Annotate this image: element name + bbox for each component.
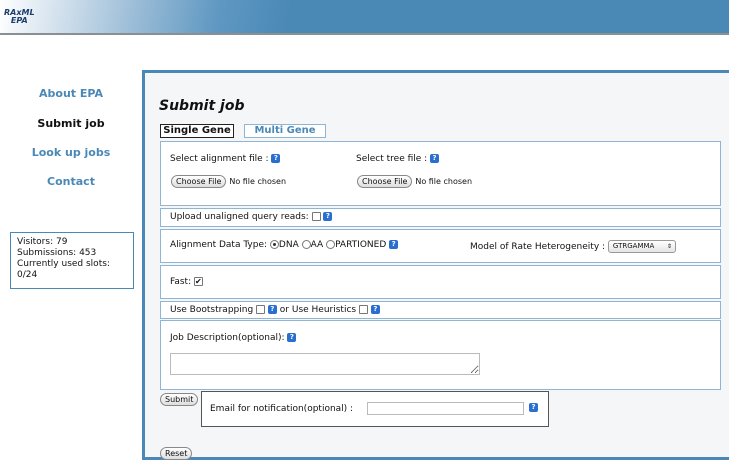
reset-button[interactable]: Reset: [160, 447, 193, 460]
data-type-section: Alignment Data Type: DNA AA PARTIONED ? …: [160, 229, 721, 263]
visitors-count: Visitors: 79: [17, 237, 68, 247]
help-icon[interactable]: ?: [271, 154, 281, 163]
bootstrap-label: Use Bootstrapping: [170, 305, 254, 315]
tab-single-gene[interactable]: Single Gene: [160, 124, 234, 138]
tree-choose-file-button[interactable]: Choose File: [357, 175, 413, 188]
logo-text-2: EPA: [10, 16, 28, 25]
radio-aa[interactable]: [301, 240, 311, 249]
file-section: Select alignment file : ? Select tree fi…: [160, 141, 721, 206]
model-select[interactable]: GTRGAMMA ⇕: [607, 240, 676, 253]
tab-multi-gene[interactable]: Multi Gene: [244, 124, 326, 138]
slots-value: 0/24: [17, 270, 38, 280]
alignment-choose-file-button[interactable]: Choose File: [171, 175, 227, 188]
email-label: Email for notification(optional) :: [210, 404, 354, 414]
job-description-label: Job Description(optional):: [170, 333, 285, 343]
tree-file-status: No file chosen: [415, 177, 473, 186]
raxml-epa-logo[interactable]: RAxML EPA: [4, 9, 35, 25]
sidebar-item-submit-job[interactable]: Submit job: [0, 117, 142, 130]
alignment-file-label: Select alignment file :: [170, 154, 269, 164]
fast-checkbox[interactable]: ✔: [194, 277, 203, 286]
radio-partioned-label: PARTIONED: [335, 240, 387, 250]
slots-label: Currently used slots:: [17, 259, 110, 269]
upload-query-checkbox[interactable]: [311, 212, 321, 221]
fast-label: Fast:: [170, 277, 192, 287]
sidebar-item-contact[interactable]: Contact: [0, 175, 142, 188]
submit-button[interactable]: Submit: [160, 393, 199, 406]
radio-aa-label: AA: [310, 240, 324, 250]
submissions-count: Submissions: 453: [17, 248, 97, 258]
sidebar-item-about-epa[interactable]: About EPA: [0, 87, 142, 100]
help-icon[interactable]: ?: [267, 305, 277, 314]
upload-query-label: Upload unaligned query reads:: [170, 212, 309, 222]
help-icon[interactable]: ?: [389, 240, 399, 249]
bootstrap-section: Use Bootstrapping ? or Use Heuristics ?: [160, 301, 721, 319]
sidebar-item-look-up-jobs[interactable]: Look up jobs: [0, 146, 142, 159]
heuristics-label: or Use Heuristics: [279, 305, 357, 315]
data-type-label: Alignment Data Type:: [170, 240, 268, 250]
model-select-value: GTRGAMMA: [612, 242, 655, 250]
bootstrap-checkbox[interactable]: [256, 305, 266, 314]
email-input[interactable]: [367, 402, 524, 415]
radio-dna-label: DNA: [278, 240, 299, 250]
job-description-input[interactable]: [170, 353, 480, 375]
radio-dna[interactable]: [269, 240, 279, 249]
model-label: Model of Rate Heterogeneity :: [470, 242, 606, 252]
heuristics-checkbox[interactable]: [358, 305, 368, 314]
job-description-section: Job Description(optional): ?: [160, 320, 721, 390]
stats-box: Visitors: 79 Submissions: 453 Currently …: [10, 232, 134, 289]
page-title: Submit job: [159, 98, 245, 114]
alignment-file-status: No file chosen: [229, 177, 287, 186]
tree-file-label: Select tree file :: [356, 154, 428, 164]
help-icon[interactable]: ?: [529, 403, 538, 412]
help-icon[interactable]: ?: [430, 154, 440, 163]
help-icon[interactable]: ?: [287, 333, 297, 342]
email-box: Email for notification(optional) : ?: [201, 391, 549, 427]
upload-section: Upload unaligned query reads: ?: [160, 208, 721, 227]
help-icon[interactable]: ?: [370, 305, 380, 314]
site-header: RAxML EPA: [0, 0, 729, 35]
radio-partioned[interactable]: [326, 240, 336, 249]
help-icon[interactable]: ?: [323, 212, 333, 221]
fast-section: Fast: ✔: [160, 265, 721, 299]
select-arrows-icon: ⇕: [666, 243, 672, 250]
